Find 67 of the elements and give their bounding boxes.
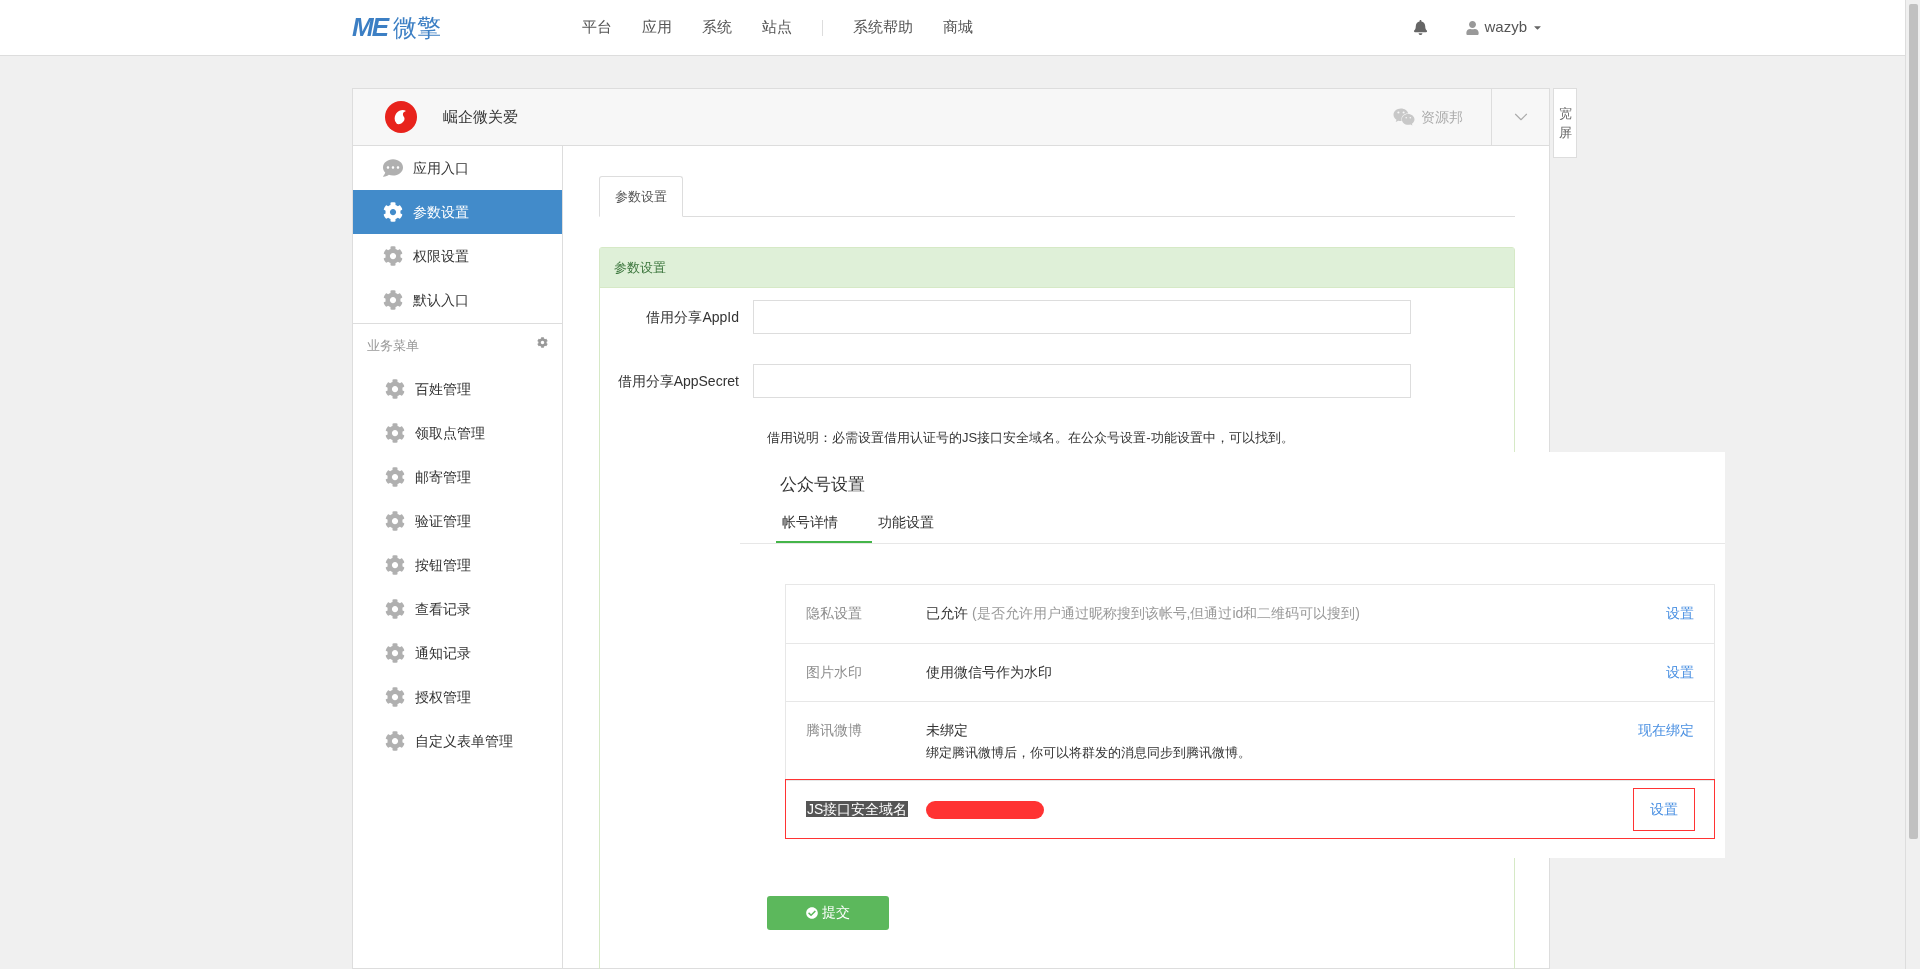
gear-icon <box>385 731 405 751</box>
nav-link[interactable]: 平台 <box>582 16 612 39</box>
gear-icon <box>385 511 405 531</box>
sidebar-item[interactable]: 领取点管理 <box>353 411 562 455</box>
gear-icon <box>385 555 405 575</box>
help-text: 借用说明：必需设置借用认证号的JS接口安全域名。在公众号设置-功能设置中，可以找到。 <box>767 429 1295 447</box>
wechat-icon <box>1393 106 1415 128</box>
sidebar-item[interactable]: 邮寄管理 <box>353 455 562 499</box>
tab[interactable]: 参数设置 <box>599 176 683 217</box>
section-title: 业务菜单 <box>367 336 419 355</box>
gear-icon <box>383 246 403 266</box>
text-field[interactable] <box>753 300 1411 334</box>
nav-link[interactable]: 系统帮助 <box>853 16 913 39</box>
gear-icon <box>383 202 403 222</box>
chat-icon <box>383 158 403 178</box>
nav-link[interactable]: 应用 <box>642 16 672 39</box>
embedded-title: 公众号设置 <box>780 474 866 496</box>
tab[interactable]: 帐号详情 <box>776 511 872 543</box>
row-note: 绑定腾讯微博后，你可以将群发的消息同步到腾讯微博。 <box>926 743 1252 762</box>
sidebar-item[interactable]: 权限设置 <box>353 234 562 278</box>
row-label: 图片水印 <box>806 662 863 682</box>
text-field[interactable] <box>753 364 1411 398</box>
logo-mark: ME <box>352 11 387 44</box>
sidebar-item[interactable]: 按钮管理 <box>353 543 562 587</box>
sidebar-item[interactable]: 默认入口 <box>353 278 562 322</box>
gear-icon[interactable] <box>537 337 548 348</box>
nav-link[interactable]: 站点 <box>762 16 792 39</box>
app-name: 崛企微关爱 <box>443 106 518 127</box>
row-value: 未绑定 <box>926 720 969 740</box>
row-value: 已允许 (是否允许用户通过昵称搜到该帐号,但通过id和二维码可以搜到) <box>926 604 1360 621</box>
check-icon <box>806 906 818 919</box>
row-value: 使用微信号作为水印 <box>926 663 1052 680</box>
gear-icon <box>385 379 405 399</box>
action-link[interactable]: 设置 <box>1634 789 1694 830</box>
gear-icon <box>385 423 405 443</box>
tab[interactable]: 功能设置 <box>872 511 968 543</box>
account-name: 资源邦 <box>1421 107 1463 127</box>
sidebar-item[interactable]: 查看记录 <box>353 587 562 631</box>
gear-icon <box>385 687 405 707</box>
bell-icon[interactable] <box>1413 20 1429 35</box>
gear-icon <box>385 599 405 619</box>
sidebar-item[interactable]: 参数设置 <box>353 190 562 234</box>
user-icon <box>1466 20 1480 35</box>
sidebar-item[interactable]: 应用入口 <box>353 146 562 190</box>
field-label: 借用分享AppId <box>645 307 740 327</box>
action-link[interactable]: 现在绑定 <box>1638 719 1694 741</box>
sidebar-item[interactable]: 自定义表单管理 <box>353 719 562 763</box>
logo-text: 微擎 <box>393 12 441 43</box>
sidebar-item[interactable]: 百姓管理 <box>353 367 562 411</box>
gear-icon <box>385 467 405 487</box>
nav-link[interactable]: 系统 <box>702 16 732 39</box>
action-link[interactable]: 设置 <box>1666 661 1694 683</box>
sidebar-item[interactable]: 通知记录 <box>353 631 562 675</box>
gear-icon <box>385 643 405 663</box>
panel-heading: 参数设置 <box>600 248 1514 288</box>
field-label: 借用分享AppSecret <box>616 371 740 391</box>
sidebar-item[interactable]: 授权管理 <box>353 675 562 719</box>
nav-link[interactable]: 商城 <box>943 16 973 39</box>
app-logo <box>385 101 417 133</box>
gear-icon <box>383 290 403 310</box>
sidebar-item[interactable]: 验证管理 <box>353 499 562 543</box>
row-label: 隐私设置 <box>806 603 863 623</box>
wide-toggle[interactable]: 宽屏 <box>1553 88 1577 158</box>
user-menu[interactable]: wazyb <box>1466 16 1543 39</box>
row-label: JS接口安全域名 <box>806 800 910 819</box>
action-link[interactable]: 设置 <box>1666 602 1694 624</box>
row-label: 腾讯微博 <box>806 720 863 740</box>
